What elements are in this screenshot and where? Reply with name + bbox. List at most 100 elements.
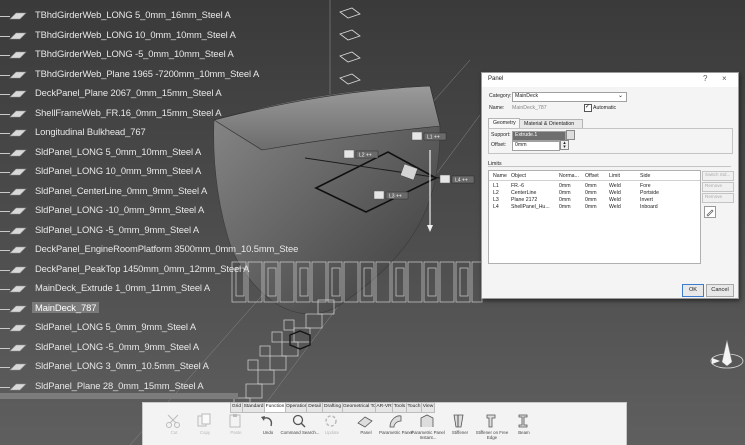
offset-value: 0mm — [515, 142, 527, 148]
tool-parametric-panel-instant[interactable]: Parametric Panel Instant... — [410, 413, 446, 445]
tree-item[interactable]: ShellFrameWeb_FR.16_0mm_15mm_Steel A — [0, 106, 250, 124]
tree-item[interactable]: SldPanel_CenterLine_0mm_9mm_Steel A — [0, 184, 250, 202]
tool-command-search[interactable]: Command Search... — [280, 413, 320, 445]
tree-item-label: SldPanel_LONG -5_0mm_9mm_Steel A — [35, 340, 200, 352]
dialog-title: Panel — [488, 76, 504, 82]
panel-dialog[interactable]: Panel ? × Category: MainDeck ⌄ Name: Mai… — [481, 72, 739, 299]
cell-object: CenterLine — [511, 190, 537, 196]
tree-item[interactable]: SldPanel_LONG -5_0mm_9mm_Steel A — [0, 223, 250, 241]
remove-button[interactable]: Remove — [702, 182, 734, 192]
edit-limit-icon[interactable] — [704, 206, 716, 218]
toolbar-tab[interactable]: AR-VR — [375, 402, 393, 413]
tree-item[interactable]: DeckPanel_Plane 2067_0mm_15mm_Steel A — [0, 86, 250, 104]
cancel-label: Cancel — [711, 287, 729, 293]
toolbar-tab[interactable]: View — [421, 402, 435, 413]
category-dropdown[interactable]: MainDeck ⌄ — [512, 92, 627, 102]
toolbar-tab[interactable]: Touch — [406, 402, 422, 413]
offset-spinner[interactable]: ▴ ▾ — [560, 140, 569, 150]
support-value: Extrude.1 — [515, 132, 538, 138]
cell-name: L1 — [493, 183, 499, 189]
dialog-titlebar[interactable]: Panel ? × — [482, 73, 738, 87]
table-row[interactable]: L1 FR.-6 0mm 0mm Weld Fore — [489, 183, 700, 190]
panel-node-icon — [9, 324, 27, 332]
cell-side: Portside — [640, 190, 660, 196]
toolbar-tab-label: Function — [265, 404, 285, 409]
panel-node-icon — [9, 207, 27, 215]
tree-item[interactable]: TBhdGirderWeb_LONG -5_0mm_10mm_Steel A — [0, 47, 250, 65]
ok-label: OK — [688, 287, 698, 293]
panel-node-icon — [9, 90, 27, 98]
tree-item[interactable]: SldPanel_LONG 5_0mm_10mm_Steel A — [0, 145, 250, 163]
3d-viewport[interactable]: L1 ++ L2 ++ L4 ++ L3 ++ TBhdGirderWeb_LO… — [0, 0, 745, 445]
tree-scrollbar[interactable] — [0, 393, 238, 399]
cell-normal: 0mm — [559, 190, 571, 196]
tree-item-label: ShellFrameWeb_FR.16_0mm_15mm_Steel A — [35, 106, 222, 118]
table-row[interactable]: L4 ShellPanel_Hu... 0mm 0mm Weld Inboard — [489, 204, 700, 211]
stiffener-free-edge-icon — [486, 414, 496, 428]
limit-label-l1: L1 ++ — [427, 135, 440, 141]
toolbar-tab[interactable]: Tools — [392, 402, 407, 413]
tree-item-label: SldPanel_CenterLine_0mm_9mm_Steel A — [35, 184, 208, 196]
toolbar-tab[interactable]: Geometrical Tools — [342, 402, 382, 413]
tree-item[interactable]: TBhdGirderWeb_LONG 5_0mm_16mm_Steel A — [0, 8, 250, 26]
tree-item[interactable]: SldPanel_LONG 3_0mm_10.5mm_Steel A — [0, 359, 250, 377]
tool-paste[interactable]: Paste — [218, 413, 254, 445]
ok-button[interactable]: OK — [682, 284, 704, 297]
tree-item[interactable]: DeckPanel_PeakTop 1450mm_0mm_12mm_Steel … — [0, 262, 250, 280]
tree-item-label: MainDeck_Extrude 1_0mm_11mm_Steel A — [35, 282, 211, 293]
tool-undo[interactable]: Undo — [250, 413, 286, 445]
help-button[interactable]: ? — [703, 74, 707, 83]
table-row[interactable]: L3 Plane 2172 0mm 0mm Weld Invert — [489, 197, 700, 204]
cell-limit: Weld — [609, 197, 621, 203]
tool-stiffener[interactable]: Stiffener — [442, 413, 478, 445]
tool-update[interactable]: Update — [314, 413, 350, 445]
tree-item[interactable]: MainDeck_787 — [0, 301, 250, 319]
panel-node-icon — [9, 129, 27, 137]
close-button[interactable]: × — [722, 74, 727, 83]
axis-compass-icon[interactable] — [710, 339, 744, 369]
selected-box[interactable] — [289, 330, 311, 350]
cell-limit: Weld — [609, 190, 621, 196]
copy-icon — [197, 413, 211, 427]
toolbar-tab[interactable]: Standard — [242, 402, 265, 413]
toolbar-tab[interactable]: Operation — [285, 402, 307, 413]
remove-all-button[interactable]: Remove — [702, 193, 734, 203]
table-row[interactable]: L2 CenterLine 0mm 0mm Weld Portside — [489, 190, 700, 197]
tree-item[interactable]: MainDeck_Extrude 1_0mm_11mm_Steel A — [0, 281, 250, 299]
tool-beam[interactable]: Beam — [506, 413, 542, 445]
tree-item[interactable]: DeckPanel_EngineRoomPlatform 3500mm_0mm_… — [0, 242, 298, 260]
table-header-divider — [489, 180, 700, 181]
col-name: Name — [493, 173, 507, 179]
support-edit-icon[interactable] — [566, 130, 575, 140]
name-label: Name: — [489, 105, 505, 111]
tree-item[interactable]: SldPanel_LONG -5_0mm_9mm_Steel A — [0, 340, 250, 358]
support-field[interactable]: Extrude.1 — [512, 131, 566, 141]
cell-normal: 0mm — [559, 204, 571, 210]
tree-item-label: DeckPanel_PeakTop 1450mm_0mm_12mm_Steel … — [35, 262, 250, 274]
limits-table[interactable]: Name Object Norma... Offset Limit Side L… — [488, 170, 701, 264]
cell-name: L4 — [493, 204, 499, 210]
tab-material-label: Material & Orientation — [524, 121, 575, 127]
offset-field[interactable]: 0mm — [512, 141, 560, 151]
tree-item[interactable]: TBhdGirderWeb_Plane 1965 -7200mm_10mm_St… — [0, 67, 259, 85]
panel-node-icon — [9, 305, 27, 312]
switch-side-button[interactable]: Switch Sid... — [702, 171, 734, 181]
remove-all-label: Remove — [705, 194, 723, 199]
panel-node-icon — [9, 32, 27, 39]
toolbar-tab-label: Tools — [393, 404, 406, 409]
tree-item[interactable]: SldPanel_LONG 10_0mm_9mm_Steel A — [0, 164, 250, 182]
tree-item[interactable]: Longitudinal Bulkhead_767 — [0, 125, 250, 143]
limit-label-l2: L2 ++ — [359, 153, 372, 159]
tool-stiffener-free-edge[interactable]: Stiffener on Free Edge — [474, 413, 510, 445]
toolbar-tab[interactable]: Detail — [306, 402, 323, 413]
col-normal: Norma... — [559, 173, 579, 179]
panel-node-icon — [9, 71, 27, 78]
tree-item-label: TBhdGirderWeb_LONG -5_0mm_10mm_Steel A — [35, 48, 234, 59]
toolbar-tab[interactable]: Function — [264, 402, 286, 413]
cancel-button[interactable]: Cancel — [706, 284, 734, 297]
tree-item[interactable]: SldPanel_LONG -10_0mm_9mm_Steel A — [0, 203, 250, 221]
toolbar-tab[interactable]: Drafting — [322, 402, 343, 413]
tree-item[interactable]: TBhdGirderWeb_LONG 10_0mm_10mm_Steel A — [0, 28, 250, 46]
tool-parametric-panel[interactable]: Parametric Panel — [378, 413, 414, 445]
tree-item[interactable]: SldPanel_LONG 5_0mm_9mm_Steel A — [0, 320, 250, 338]
